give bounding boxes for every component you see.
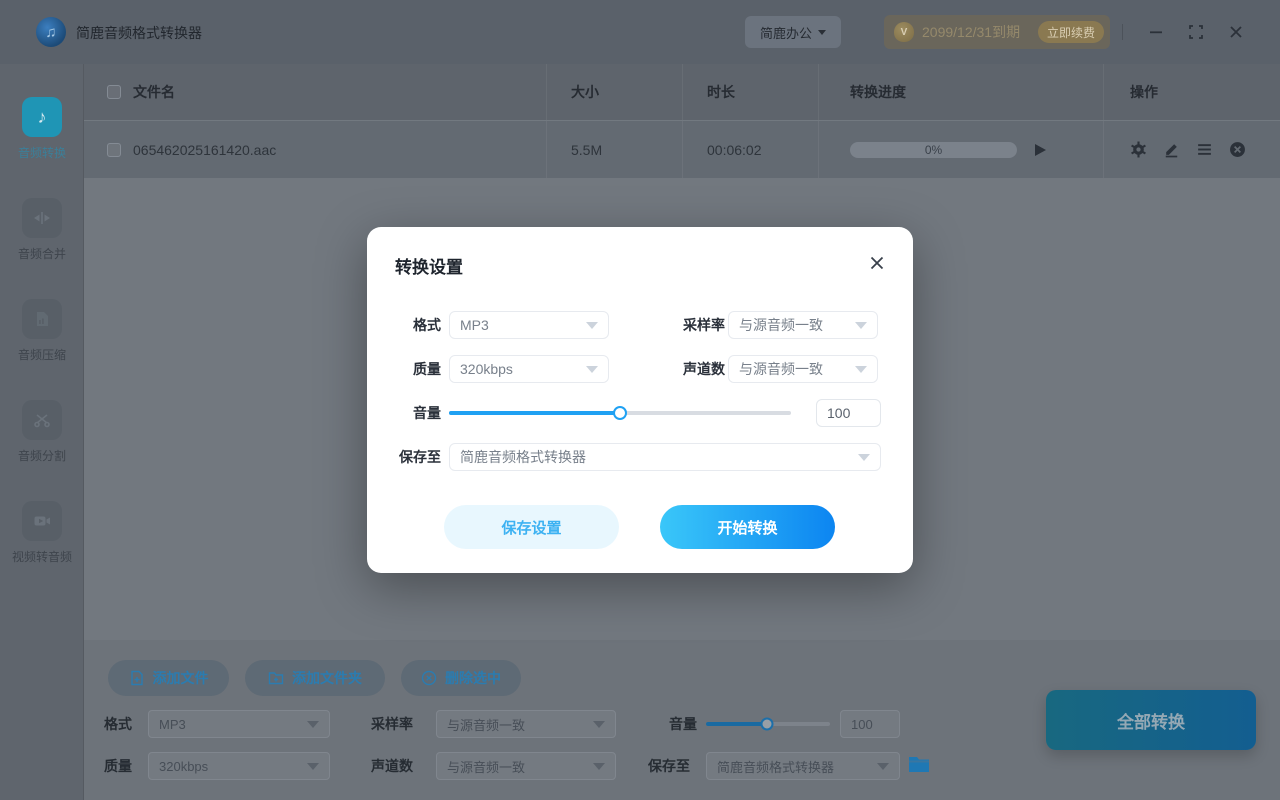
volume-label: 音量 bbox=[413, 405, 441, 421]
format-select[interactable]: MP3 bbox=[148, 710, 330, 738]
conversion-settings-dialog: 转换设置 格式 MP3 采样率 与源音频一致 质量 320kbps 声道数 与源… bbox=[367, 227, 913, 573]
merge-icon bbox=[22, 198, 62, 238]
chevron-down-icon bbox=[307, 762, 319, 770]
row-menu-icon[interactable] bbox=[1196, 141, 1213, 158]
row-remove-icon[interactable] bbox=[1229, 141, 1246, 158]
sample-rate-select[interactable]: 与源音频一致 bbox=[436, 710, 616, 738]
volume-input[interactable]: 100 bbox=[816, 399, 881, 427]
add-folder-button[interactable]: 添加文件夹 bbox=[245, 660, 385, 696]
format-select[interactable]: MP3 bbox=[449, 311, 609, 339]
header-duration: 时长 bbox=[707, 84, 735, 100]
chevron-down-icon bbox=[593, 762, 605, 770]
volume-slider[interactable] bbox=[449, 406, 791, 420]
channels-select[interactable]: 与源音频一致 bbox=[436, 752, 616, 780]
delete-circle-icon bbox=[421, 670, 437, 686]
progress-bar: 0% bbox=[850, 141, 1017, 158]
add-file-button[interactable]: 添加文件 bbox=[108, 660, 229, 696]
chevron-down-icon bbox=[855, 321, 867, 329]
delete-selected-button[interactable]: 删除选中 bbox=[401, 660, 521, 696]
workspace-menu-button[interactable]: 简鹿办公 bbox=[745, 16, 841, 48]
sidebar-item-audio-convert[interactable]: ♪ 音频转换 bbox=[0, 97, 84, 198]
header-actions: 操作 bbox=[1130, 84, 1158, 100]
app-logo-icon: ♫ bbox=[36, 17, 66, 47]
dialog-close-icon[interactable] bbox=[867, 253, 887, 273]
bottom-panel: 添加文件 添加文件夹 删除选中 格式 MP3 采样率 与源音频一致 音量 100… bbox=[84, 640, 1280, 800]
music-note-icon: ♪ bbox=[22, 97, 62, 137]
channels-label: 声道数 bbox=[683, 361, 725, 377]
file-duration: 00:06:02 bbox=[707, 141, 762, 158]
video-camera-icon bbox=[22, 501, 62, 541]
volume-input[interactable]: 100 bbox=[840, 710, 900, 738]
add-folder-icon bbox=[268, 672, 284, 685]
play-button[interactable] bbox=[1033, 143, 1047, 157]
save-to-label: 保存至 bbox=[648, 758, 690, 774]
app-title: 简鹿音频格式转换器 bbox=[76, 25, 202, 41]
renew-button[interactable]: 立即续费 bbox=[1038, 21, 1104, 43]
header-size: 大小 bbox=[571, 84, 599, 100]
sample-rate-select[interactable]: 与源音频一致 bbox=[728, 311, 878, 339]
close-button[interactable] bbox=[1226, 22, 1246, 42]
compress-file-icon bbox=[22, 299, 62, 339]
file-size: 5.5M bbox=[571, 141, 603, 158]
quality-label: 质量 bbox=[104, 758, 132, 774]
app-window: ♫ 简鹿音频格式转换器 简鹿办公 V 2099/12/31到期 立即续费 ♪ 音… bbox=[0, 0, 1280, 800]
select-all-checkbox[interactable] bbox=[107, 85, 121, 99]
volume-label: 音量 bbox=[669, 716, 697, 732]
channels-select[interactable]: 与源音频一致 bbox=[728, 355, 878, 383]
sidebar-item-video-to-audio[interactable]: 视频转音频 bbox=[0, 501, 84, 602]
chevron-down-icon bbox=[593, 720, 605, 728]
header-progress: 转换进度 bbox=[850, 84, 906, 100]
vip-expiry-text: 2099/12/31到期 bbox=[922, 24, 1021, 40]
channels-label: 声道数 bbox=[371, 758, 413, 774]
progress-label: 0% bbox=[924, 142, 943, 157]
chevron-down-icon bbox=[877, 762, 889, 770]
sidebar-item-audio-split[interactable]: 音频分割 bbox=[0, 400, 84, 501]
chevron-down-icon bbox=[586, 365, 598, 373]
save-to-select[interactable]: 简鹿音频格式转换器 bbox=[706, 752, 900, 780]
chevron-down-icon bbox=[307, 720, 319, 728]
row-checkbox[interactable] bbox=[107, 142, 121, 157]
minimize-button[interactable] bbox=[1146, 22, 1166, 42]
row-edit-pencil-icon[interactable] bbox=[1163, 141, 1180, 158]
filelist-header: 文件名 大小 时长 转换进度 操作 bbox=[84, 64, 1280, 120]
table-row: 065462025161420.aac 5.5M 00:06:02 0% bbox=[84, 120, 1280, 178]
sample-rate-label: 采样率 bbox=[371, 716, 413, 732]
sample-rate-label: 采样率 bbox=[683, 317, 725, 333]
chevron-down-icon bbox=[858, 453, 870, 461]
volume-slider-handle[interactable] bbox=[613, 406, 627, 420]
file-name: 065462025161420.aac bbox=[133, 141, 277, 158]
format-label: 格式 bbox=[413, 317, 441, 333]
quality-select[interactable]: 320kbps bbox=[148, 752, 330, 780]
row-settings-gear-icon[interactable] bbox=[1130, 141, 1147, 158]
browse-folder-icon[interactable] bbox=[908, 754, 930, 774]
vip-badge-icon: V bbox=[894, 22, 914, 42]
title-bar: ♫ 简鹿音频格式转换器 简鹿办公 V 2099/12/31到期 立即续费 bbox=[0, 0, 1280, 64]
convert-all-button[interactable]: 全部转换 bbox=[1046, 690, 1256, 750]
vip-status-bar: V 2099/12/31到期 立即续费 bbox=[884, 15, 1110, 49]
volume-slider-handle[interactable] bbox=[760, 717, 774, 731]
add-file-icon bbox=[130, 670, 143, 686]
sidebar-item-audio-compress[interactable]: 音频压缩 bbox=[0, 299, 84, 400]
save-to-label: 保存至 bbox=[399, 449, 441, 465]
format-label: 格式 bbox=[104, 716, 132, 732]
chevron-down-icon bbox=[818, 29, 826, 35]
scissors-icon bbox=[22, 400, 62, 440]
save-to-select[interactable]: 简鹿音频格式转换器 bbox=[449, 443, 881, 471]
volume-slider[interactable] bbox=[706, 717, 830, 731]
save-settings-button[interactable]: 保存设置 bbox=[444, 505, 619, 549]
quality-label: 质量 bbox=[413, 361, 441, 377]
dialog-title: 转换设置 bbox=[395, 258, 463, 277]
quality-select[interactable]: 320kbps bbox=[449, 355, 609, 383]
start-convert-button[interactable]: 开始转换 bbox=[660, 505, 835, 549]
workspace-menu-label: 简鹿办公 bbox=[759, 25, 812, 41]
sidebar-item-audio-merge[interactable]: 音频合并 bbox=[0, 198, 84, 299]
sidebar: ♪ 音频转换 音频合并 音频压缩 音频分割 视频转音频 bbox=[0, 64, 84, 800]
chevron-down-icon bbox=[855, 365, 867, 373]
chevron-down-icon bbox=[586, 321, 598, 329]
maximize-button[interactable] bbox=[1186, 22, 1206, 42]
header-name: 文件名 bbox=[133, 84, 175, 100]
titlebar-divider bbox=[1122, 24, 1123, 40]
